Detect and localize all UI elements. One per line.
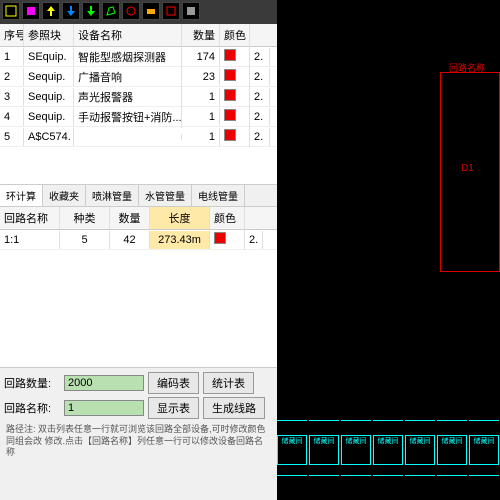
- count-input[interactable]: [64, 375, 144, 391]
- col2-qty[interactable]: 数量: [110, 207, 150, 229]
- cad-room: 储藏间: [277, 435, 307, 465]
- cad-viewport[interactable]: 回路名称 D1 储藏间储藏间储藏间储藏间储藏间储藏间储藏间: [277, 0, 500, 500]
- col-idx[interactable]: 序号: [0, 24, 24, 46]
- col-color[interactable]: 颜色: [220, 24, 250, 46]
- tool-down[interactable]: [62, 2, 80, 20]
- name-label: 回路名称:: [4, 400, 60, 416]
- col-name[interactable]: 设备名称: [74, 24, 182, 46]
- col-ref[interactable]: 参照块: [24, 24, 74, 46]
- table-row[interactable]: 5A$C574.12.: [0, 127, 277, 147]
- btn-show[interactable]: 显示表: [148, 397, 199, 419]
- tool-block[interactable]: [142, 2, 160, 20]
- tool-fill[interactable]: [182, 2, 200, 20]
- table-row[interactable]: 4Sequip.手动报警按钮+消防...12.: [0, 107, 277, 127]
- form-panel: 回路数量: 编码表 统计表 回路名称: 显示表 生成线路 路径注: 双击列表任意…: [0, 367, 277, 465]
- tab-1[interactable]: 收藏夹: [43, 185, 86, 206]
- cad-circuit-box: 回路名称 D1: [440, 72, 500, 272]
- cad-room: 储藏间: [469, 435, 499, 465]
- tool-square[interactable]: [22, 2, 40, 20]
- col2-color[interactable]: 颜色: [210, 207, 245, 229]
- col-qty[interactable]: 数量: [182, 24, 220, 46]
- toolbar: [0, 0, 277, 24]
- count-label: 回路数量:: [4, 375, 60, 391]
- btn-stat[interactable]: 统计表: [203, 372, 254, 394]
- cad-room: 储藏间: [309, 435, 339, 465]
- tool-arrow-up[interactable]: [42, 2, 60, 20]
- tab-3[interactable]: 水管管量: [139, 185, 192, 206]
- hint-text: 路径注: 双击列表任意一行就可浏览该回路全部设备,可时修改颜色同组会改 修改.点…: [4, 422, 273, 461]
- tool-poly[interactable]: [102, 2, 120, 20]
- cad-room: 储藏间: [373, 435, 403, 465]
- tool-circle[interactable]: [122, 2, 140, 20]
- tab-0[interactable]: 环计算: [0, 185, 43, 206]
- table-row[interactable]: 3Sequip.声光报警器12.: [0, 87, 277, 107]
- name-input[interactable]: [64, 400, 144, 416]
- equipment-table: 序号 参照块 设备名称 数量 颜色 1SEquip.智能型感烟探测器1742.2…: [0, 24, 277, 184]
- cad-floorplan: 储藏间储藏间储藏间储藏间储藏间储藏间储藏间: [277, 415, 500, 500]
- tool-arrow-down[interactable]: [82, 2, 100, 20]
- tab-2[interactable]: 喷淋管量: [86, 185, 139, 206]
- col2-name[interactable]: 回路名称: [0, 207, 60, 229]
- tool-outline[interactable]: [162, 2, 180, 20]
- table-row[interactable]: 1SEquip.智能型感烟探测器1742.: [0, 47, 277, 67]
- col2-type[interactable]: 种类: [60, 207, 110, 229]
- circuit-table: 回路名称 种类 数量 长度 颜色 1:1542273.43m2.: [0, 207, 277, 367]
- table-row[interactable]: 2Sequip.广播音响232.: [0, 67, 277, 87]
- tab-4[interactable]: 电线管量: [192, 185, 245, 206]
- tool-layer[interactable]: [2, 2, 20, 20]
- btn-gen[interactable]: 生成线路: [203, 397, 265, 419]
- tab-bar: 环计算收藏夹喷淋管量水管管量电线管量: [0, 184, 277, 207]
- cad-room: 储藏间: [341, 435, 371, 465]
- col2-len[interactable]: 长度: [150, 207, 210, 229]
- btn-code[interactable]: 编码表: [148, 372, 199, 394]
- cad-room: 储藏间: [405, 435, 435, 465]
- cad-box-label: 回路名称: [449, 61, 485, 74]
- cad-box-text: D1: [461, 163, 474, 174]
- table-row[interactable]: 1:1542273.43m2.: [0, 230, 277, 250]
- cad-room: 储藏间: [437, 435, 467, 465]
